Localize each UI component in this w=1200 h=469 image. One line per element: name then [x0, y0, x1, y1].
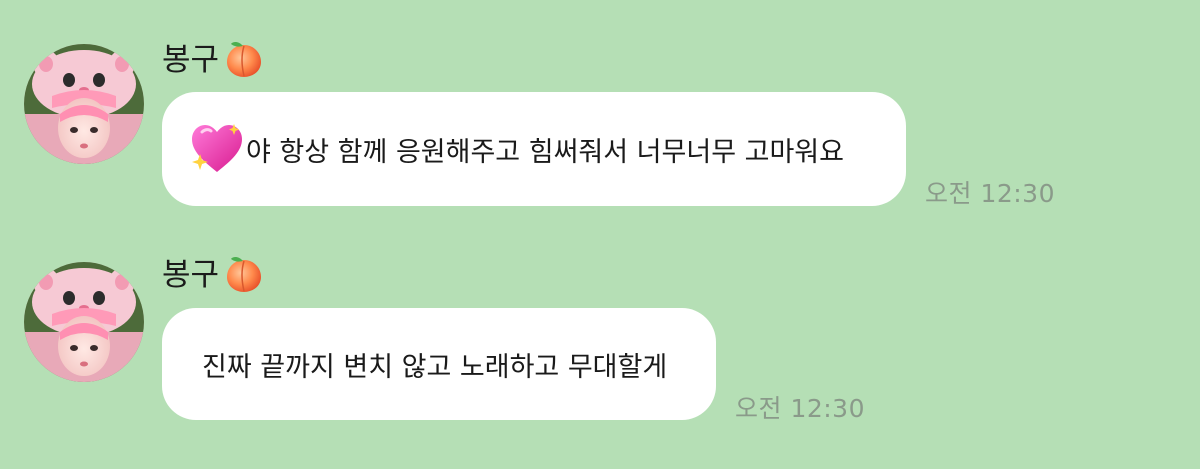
- sender-name: 봉구: [162, 254, 265, 296]
- avatar-image: [24, 262, 144, 382]
- peach-icon: [227, 256, 262, 292]
- sender-name-text: 봉구: [162, 257, 220, 293]
- chat-message: 봉구 진짜 끝까지 변치 않고 노래하고 무대할게 오전 12:30: [0, 0, 1200, 469]
- sender-avatar[interactable]: [24, 262, 144, 382]
- message-bubble[interactable]: 진짜 끝까지 변치 않고 노래하고 무대할게: [162, 308, 716, 420]
- message-text: 진짜 끝까지 변치 않고 노래하고 무대할게: [202, 351, 668, 383]
- message-timestamp: 오전 12:30: [735, 394, 865, 423]
